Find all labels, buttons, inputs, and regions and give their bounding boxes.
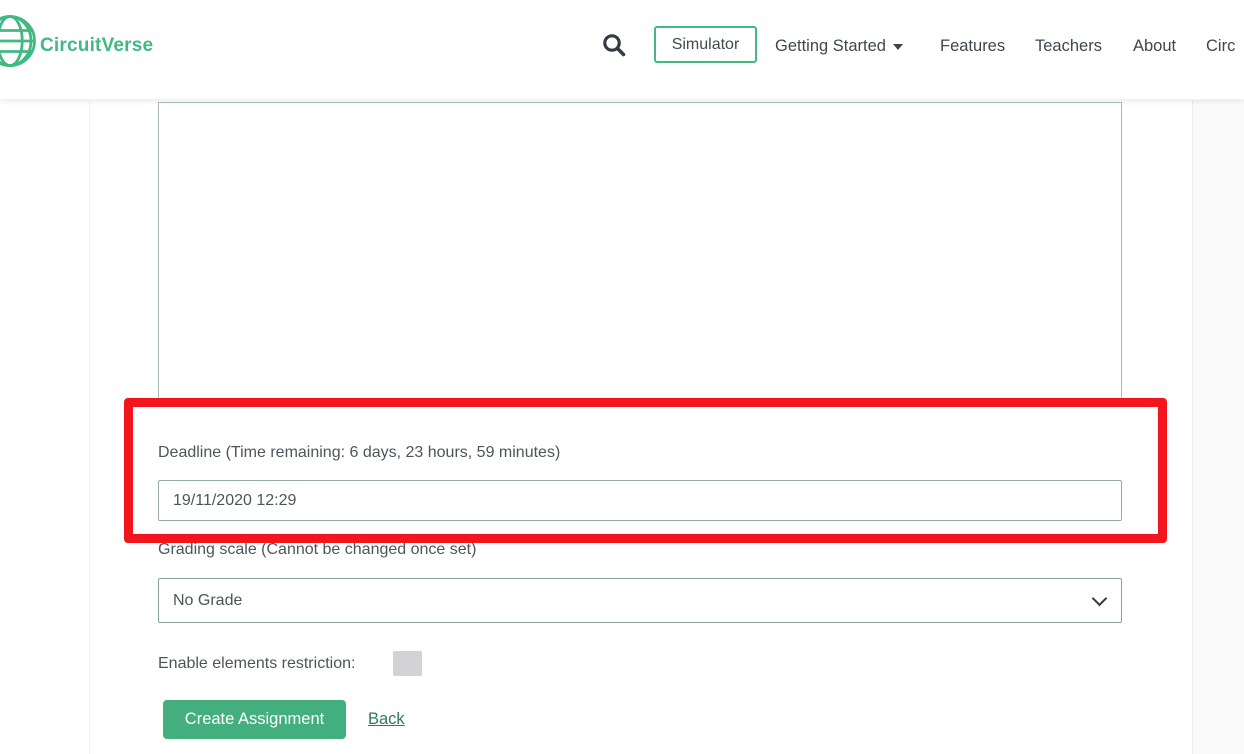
search-icon[interactable] — [601, 32, 627, 58]
elements-restriction-label: Enable elements restriction: — [158, 655, 355, 673]
nav-getting-started-label: Getting Started — [775, 37, 886, 55]
assignment-form-page: CircuitVerse Simulator Getting Started F… — [0, 0, 1244, 754]
nav-circ-label: Circ — [1206, 37, 1235, 55]
nav-getting-started[interactable]: Getting Started — [775, 36, 903, 57]
elements-restriction-checkbox[interactable] — [393, 651, 422, 676]
create-assignment-button[interactable]: Create Assignment — [163, 700, 346, 739]
page-gutter-right — [1192, 100, 1244, 754]
brand-name[interactable]: CircuitVerse — [40, 35, 153, 57]
nav-circ-truncated[interactable]: Circ — [1206, 36, 1235, 57]
description-editor[interactable] — [158, 102, 1122, 402]
back-link[interactable]: Back — [368, 710, 405, 729]
nav-simulator-label: Simulator — [672, 36, 740, 54]
grading-scale-select[interactable]: No Grade — [158, 578, 1122, 623]
circuitverse-globe-logo-icon[interactable] — [0, 13, 38, 74]
nav-teachers[interactable]: Teachers — [1035, 36, 1102, 57]
nav-features[interactable]: Features — [940, 36, 1005, 57]
caret-down-icon — [893, 44, 903, 50]
annotation-highlight-box — [124, 398, 1167, 543]
page-gutter-left — [0, 100, 90, 754]
nav-about-label: About — [1133, 37, 1176, 55]
nav-features-label: Features — [940, 37, 1005, 55]
nav-teachers-label: Teachers — [1035, 37, 1102, 55]
deadline-input[interactable] — [158, 480, 1122, 521]
nav-simulator-button[interactable]: Simulator — [654, 26, 757, 63]
nav-about[interactable]: About — [1133, 36, 1176, 57]
deadline-label: Deadline (Time remaining: 6 days, 23 hou… — [158, 444, 560, 462]
site-header: CircuitVerse Simulator Getting Started F… — [0, 0, 1244, 100]
grading-scale-label: Grading scale (Cannot be changed once se… — [158, 541, 476, 559]
grading-scale-select-wrap: No Grade — [158, 578, 1122, 623]
